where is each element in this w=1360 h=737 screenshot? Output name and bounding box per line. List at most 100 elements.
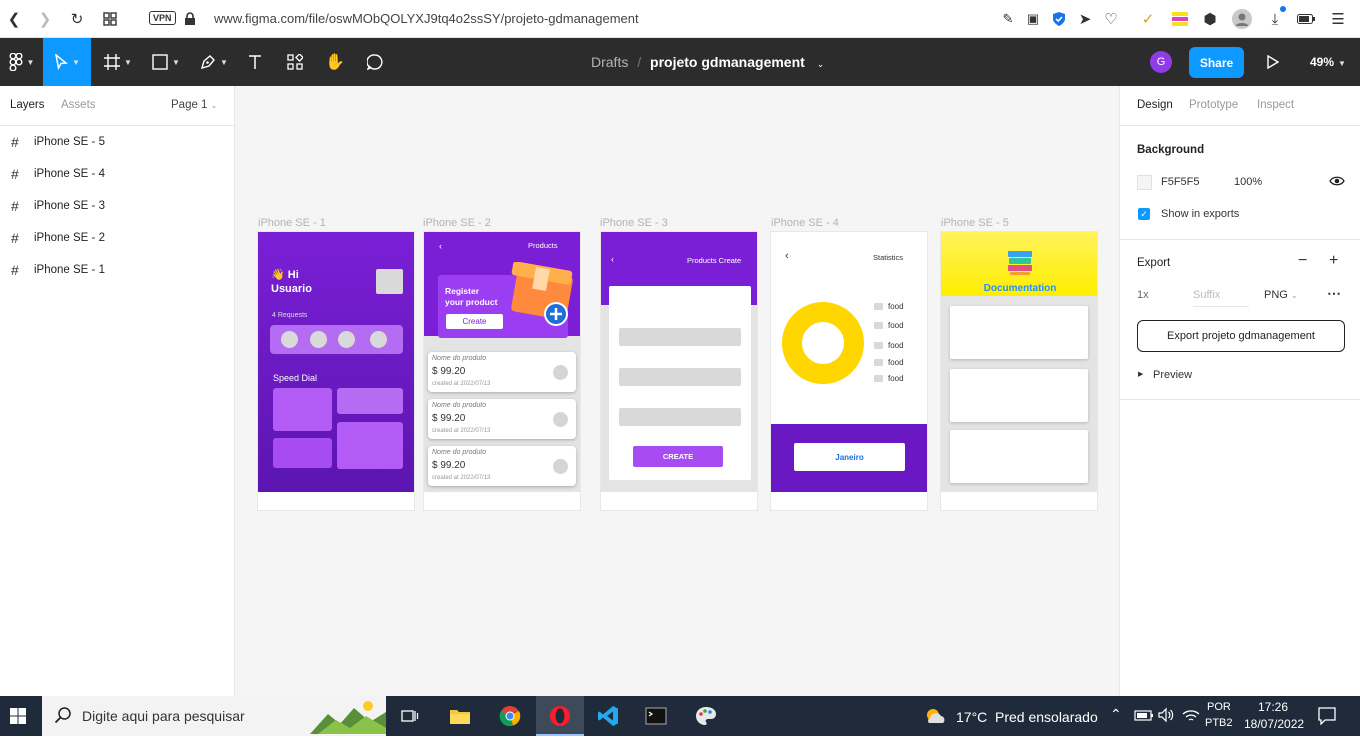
bg-hex-field[interactable]: F5F5F5: [1161, 176, 1200, 188]
form-field[interactable]: [619, 368, 741, 386]
weather-desc[interactable]: Pred ensolarado: [995, 709, 1098, 725]
layer-item[interactable]: # iPhone SE - 5: [0, 126, 234, 158]
eye-icon[interactable]: [1329, 175, 1345, 190]
tab-prototype[interactable]: Prototype: [1189, 99, 1238, 111]
frame-iphone-se-4[interactable]: ‹ Statistics food food food food food Ja…: [770, 231, 928, 511]
back-chevron-icon[interactable]: ‹: [611, 254, 614, 264]
wifi-icon[interactable]: [1182, 707, 1200, 726]
product-card[interactable]: Nome do produto $ 99.20 created at 2022/…: [428, 446, 576, 486]
resources-tool-button[interactable]: [280, 38, 310, 86]
more-options-icon[interactable]: ⋯: [1327, 285, 1341, 302]
battery-tray-icon[interactable]: [1134, 707, 1154, 726]
language-line2[interactable]: PTB2: [1205, 717, 1233, 729]
comment-tool-icon[interactable]: [360, 38, 390, 86]
form-field[interactable]: [619, 328, 741, 346]
menu-icon[interactable]: ☰: [1328, 9, 1348, 29]
shape-tool-button[interactable]: ▼: [144, 38, 188, 86]
task-view-icon[interactable]: [390, 700, 430, 732]
tab-inspect[interactable]: Inspect: [1257, 99, 1294, 111]
product-card[interactable]: Nome do produto $ 99.20 created at 2022/…: [428, 352, 576, 392]
battery-icon[interactable]: [1296, 9, 1316, 29]
layer-item[interactable]: # iPhone SE - 1: [0, 254, 234, 286]
shield-icon[interactable]: [1049, 9, 1069, 29]
bg-color-swatch[interactable]: [1137, 175, 1152, 190]
export-button[interactable]: Export projeto gdmanagement: [1137, 320, 1345, 352]
extension-check-icon[interactable]: ✓: [1138, 9, 1158, 29]
cube-icon[interactable]: ⬢: [1200, 9, 1220, 29]
frame-iphone-se-5[interactable]: Documentation: [940, 231, 1098, 511]
profile-icon[interactable]: [1232, 9, 1252, 29]
breadcrumb-drafts[interactable]: Drafts: [591, 54, 628, 70]
tab-design[interactable]: Design: [1137, 99, 1173, 111]
avatar[interactable]: G: [1150, 51, 1172, 73]
zoom-level[interactable]: 49% ▼: [1310, 55, 1346, 69]
frame-label[interactable]: iPhone SE - 1: [258, 217, 326, 229]
frame-tool-button[interactable]: ▼: [96, 38, 140, 86]
frame-label[interactable]: iPhone SE - 3: [600, 217, 668, 229]
reload-icon[interactable]: ↻: [67, 9, 87, 29]
download-icon[interactable]: ⤓: [1265, 9, 1285, 29]
move-tool-button[interactable]: ▼: [43, 38, 91, 86]
main-menu-button[interactable]: ▼: [0, 38, 43, 86]
month-button[interactable]: Janeiro: [794, 443, 905, 471]
form-field[interactable]: [619, 408, 741, 426]
tab-layers[interactable]: Layers: [10, 99, 45, 111]
text-tool-button[interactable]: [240, 38, 270, 86]
minus-icon[interactable]: −: [1298, 252, 1307, 270]
edit-icon[interactable]: ✎: [998, 9, 1018, 29]
project-name[interactable]: projeto gdmanagement: [650, 54, 805, 70]
share-button[interactable]: Share: [1189, 47, 1244, 78]
chrome-icon[interactable]: [490, 700, 530, 732]
design-canvas[interactable]: iPhone SE - 1 iPhone SE - 2 iPhone SE - …: [235, 86, 1119, 696]
back-chevron-icon[interactable]: ‹: [785, 250, 789, 262]
clock-time[interactable]: 17:26: [1258, 700, 1288, 714]
file-explorer-icon[interactable]: [440, 700, 480, 732]
vscode-icon[interactable]: [588, 700, 628, 732]
create-button[interactable]: Create: [446, 314, 503, 329]
bg-opacity-field[interactable]: 100%: [1234, 176, 1262, 188]
address-bar[interactable]: www.figma.com/file/oswMObQOLYXJ9tq4o2ssS…: [214, 11, 639, 26]
terminal-icon[interactable]: [636, 700, 676, 732]
lock-icon[interactable]: [180, 9, 200, 29]
frame-label[interactable]: iPhone SE - 4: [771, 217, 839, 229]
doc-card[interactable]: [950, 369, 1088, 422]
pen-tool-button[interactable]: ▼: [192, 38, 236, 86]
windows-start-icon[interactable]: [0, 700, 36, 732]
volume-icon[interactable]: [1157, 707, 1175, 726]
preview-toggle[interactable]: Preview: [1153, 369, 1192, 381]
taskbar-search[interactable]: Digite aqui para pesquisar: [42, 696, 386, 736]
plus-icon[interactable]: +: [1329, 252, 1338, 270]
opera-icon[interactable]: [536, 696, 584, 736]
camera-icon[interactable]: ▣: [1023, 9, 1043, 29]
show-in-exports-checkbox[interactable]: ✓: [1138, 208, 1150, 220]
layer-item[interactable]: # iPhone SE - 4: [0, 158, 234, 190]
doc-card[interactable]: [950, 306, 1088, 359]
weather-temp[interactable]: 17°C: [956, 709, 987, 725]
frame-label[interactable]: iPhone SE - 2: [423, 217, 491, 229]
frame-iphone-se-1[interactable]: 👋 Hi Usuario 4 Requests Speed Dial: [257, 231, 415, 511]
create-submit-button[interactable]: CREATE: [633, 446, 723, 467]
tab-assets[interactable]: Assets: [61, 99, 96, 111]
present-play-icon[interactable]: [1262, 38, 1284, 86]
layer-item[interactable]: # iPhone SE - 3: [0, 190, 234, 222]
back-chevron-icon[interactable]: ‹: [439, 241, 442, 251]
doc-card[interactable]: [950, 430, 1088, 483]
format-select[interactable]: PNG ⌄: [1264, 289, 1298, 301]
product-card[interactable]: Nome do produto $ 99.20 created at 2022/…: [428, 399, 576, 439]
vpn-badge[interactable]: VPN: [149, 11, 176, 25]
frame-label[interactable]: iPhone SE - 5: [941, 217, 1009, 229]
notification-icon[interactable]: [1318, 707, 1336, 728]
language-line1[interactable]: POR: [1207, 701, 1231, 713]
chevron-up-icon[interactable]: ⌃: [1110, 706, 1122, 723]
forward-icon[interactable]: ❯: [35, 9, 55, 29]
send-icon[interactable]: ➤: [1075, 9, 1095, 29]
paint-icon[interactable]: [686, 700, 726, 732]
heart-icon[interactable]: ♡: [1101, 9, 1121, 29]
frame-iphone-se-3[interactable]: ‹ Products Create CREATE: [600, 231, 758, 511]
grid-icon[interactable]: [100, 9, 120, 29]
weather-sun-icon[interactable]: [918, 700, 952, 732]
suffix-input[interactable]: Suffix: [1193, 289, 1220, 301]
hand-tool-icon[interactable]: ✋: [320, 38, 350, 86]
chevron-down-icon[interactable]: ⌄: [817, 59, 825, 69]
layer-item[interactable]: # iPhone SE - 2: [0, 222, 234, 254]
